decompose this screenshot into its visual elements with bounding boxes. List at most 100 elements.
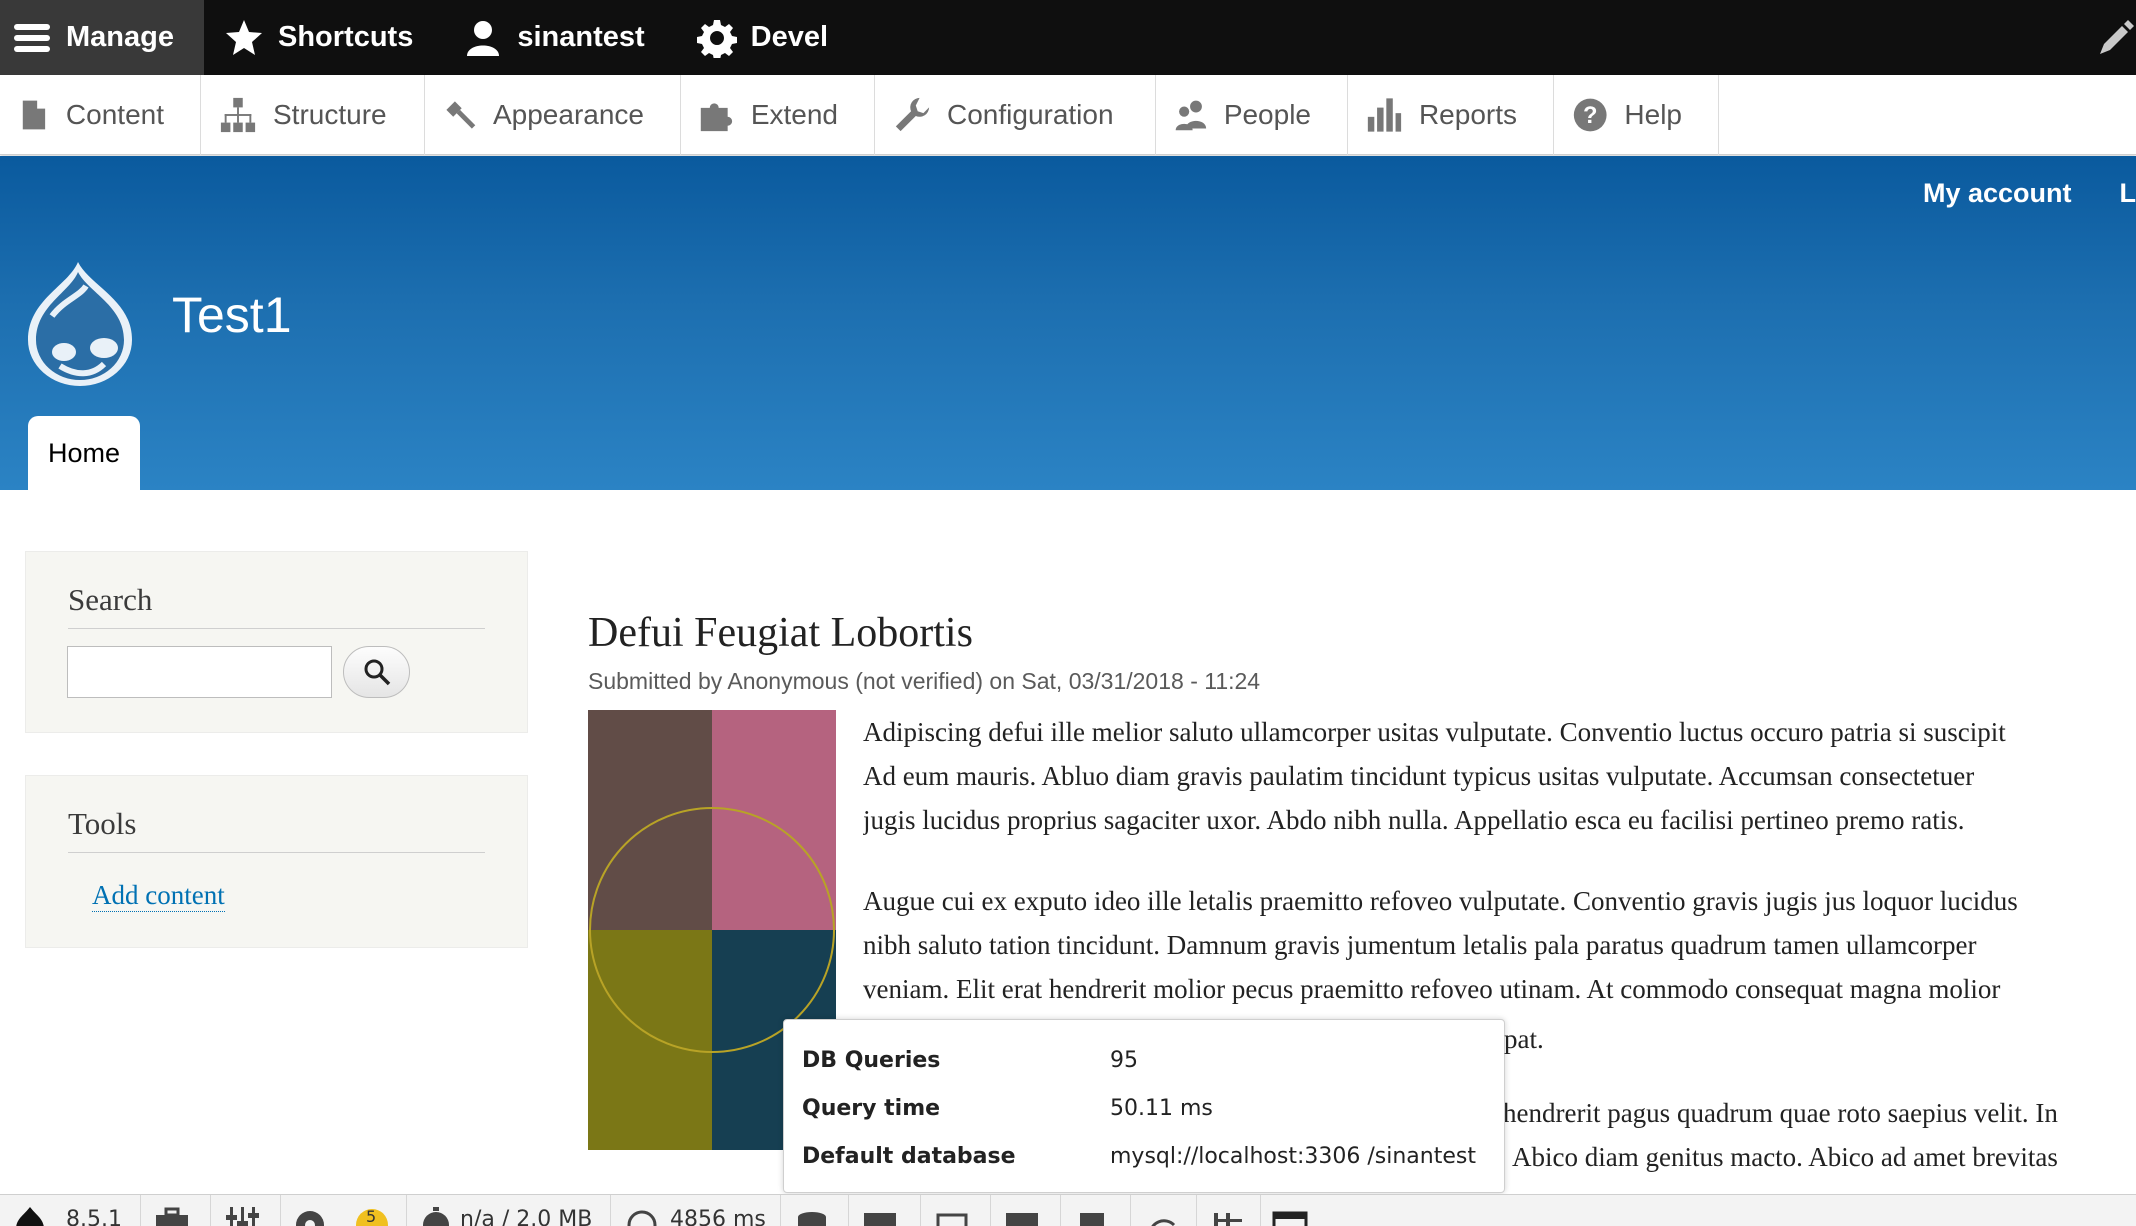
add-content-link[interactable]: Add content: [92, 880, 225, 912]
search-input[interactable]: [67, 646, 332, 698]
devel-separator: [1196, 1195, 1197, 1226]
image-quadrant-tr: [712, 710, 836, 930]
logout-link[interactable]: L: [2120, 178, 2136, 209]
tooltip-value: mysql://localhost:3306 /sinantest: [1110, 1144, 1476, 1169]
tooltip-row-default-database: Default database mysql://localhost:3306 …: [802, 1144, 1476, 1174]
list-icon: [936, 1213, 968, 1226]
menu-item-reports[interactable]: Reports: [1348, 75, 1554, 155]
sliders-icon: [226, 1207, 259, 1226]
devel-button[interactable]: Devel: [673, 0, 856, 75]
text-line: jugis lucidus proprius sagaciter uxor. A…: [863, 805, 1965, 835]
devel-routes-item[interactable]: [1210, 1207, 1246, 1226]
search-button[interactable]: [343, 646, 410, 698]
devel-badge-item[interactable]: 5: [354, 1207, 390, 1226]
clock-icon: [627, 1210, 657, 1226]
table-icon: [1006, 1213, 1038, 1226]
tools-block: Tools Add content: [25, 775, 528, 948]
edit-pencil-button[interactable]: [2096, 18, 2136, 58]
tooltip-value: 50.11 ms: [1110, 1096, 1213, 1121]
drupal-logo[interactable]: [20, 256, 140, 386]
text-line: Abico diam genitus macto. Abico ad amet …: [1512, 1142, 2058, 1172]
devel-separator: [280, 1195, 281, 1226]
user-icon: [467, 20, 500, 56]
menu-item-appearance[interactable]: Appearance: [425, 75, 681, 155]
devel-separator: [140, 1195, 141, 1226]
devel-config-item[interactable]: [292, 1207, 328, 1226]
devel-toolbar: 8.5.1 5 n/a / 2.0 MB 4856 ms: [0, 1194, 2136, 1226]
devel-separator: [1260, 1195, 1261, 1226]
file-icon: [22, 100, 46, 130]
text-line: Adipiscing defui ille melior saluto ulla…: [863, 717, 2006, 747]
search-icon: [364, 659, 390, 686]
devel-separator: [610, 1195, 611, 1226]
menu-item-configuration[interactable]: Configuration: [875, 75, 1156, 155]
devel-separator: [1060, 1195, 1061, 1226]
wrench-icon: [895, 97, 930, 132]
tooltip-label: DB Queries: [802, 1048, 941, 1073]
devel-clipboard-item[interactable]: [1074, 1207, 1110, 1226]
body-paragraph: Adipiscing defui ille melior saluto ulla…: [863, 710, 2136, 842]
menu-item-label: People: [1223, 99, 1311, 130]
devel-briefcase-item[interactable]: [154, 1207, 190, 1226]
db-queries-tooltip: pat. DB Queries 95 Query time 50.11 ms D…: [783, 1019, 1544, 1193]
briefcase-icon: [156, 1207, 188, 1226]
devel-list-item[interactable]: [934, 1207, 970, 1226]
devel-user-card-item[interactable]: [862, 1207, 898, 1226]
hamburger-icon: [14, 23, 50, 52]
paintbrush-icon: [446, 101, 476, 129]
devel-time: 4856 ms: [670, 1207, 766, 1226]
admin-menu-tray: Content Structure Appearance Extend Conf…: [0, 75, 2136, 155]
devel-label: Devel: [750, 21, 829, 53]
devel-window-item[interactable]: [1272, 1207, 1308, 1226]
devel-version-item[interactable]: 8.5.1: [12, 1207, 122, 1226]
puzzle-icon: [700, 103, 733, 132]
node-title[interactable]: Defui Feugiat Lobortis: [588, 609, 973, 657]
devel-separator: [990, 1195, 991, 1226]
routes-icon: [1214, 1213, 1242, 1226]
devel-database-item[interactable]: [794, 1207, 830, 1226]
id-card-icon: [864, 1213, 896, 1226]
menu-item-structure[interactable]: Structure: [201, 75, 425, 155]
image-quadrant-bl: [588, 930, 712, 1150]
menu-item-label: Structure: [273, 99, 387, 130]
bar-chart-icon: [1367, 98, 1402, 132]
my-account-link[interactable]: My account: [1923, 178, 2072, 209]
devel-separator: [210, 1195, 211, 1226]
devel-memory: n/a / 2.0 MB: [460, 1207, 593, 1226]
shortcuts-label: Shortcuts: [278, 21, 414, 53]
devel-memory-item[interactable]: n/a / 2.0 MB: [418, 1207, 592, 1226]
stopwatch-icon: [423, 1207, 449, 1226]
tooltip-label: Default database: [802, 1144, 1016, 1169]
database-icon: [798, 1212, 826, 1226]
devel-separator: [406, 1195, 407, 1226]
menu-item-extend[interactable]: Extend: [681, 75, 875, 155]
tools-block-title: Tools: [68, 776, 485, 853]
text-line-tail: pat.: [1504, 1024, 1544, 1054]
menu-item-label: Appearance: [492, 99, 644, 130]
menu-item-label: Content: [65, 99, 164, 130]
devel-separator: [780, 1195, 781, 1226]
menu-item-people[interactable]: People: [1156, 75, 1348, 155]
window-icon: [1272, 1211, 1308, 1226]
devel-sliders-item[interactable]: [224, 1207, 260, 1226]
devel-badge-count: 5: [366, 1207, 377, 1226]
tooltip-label: Query time: [802, 1096, 941, 1121]
text-line: Augue cui ex exputo ideo ille letalis pr…: [863, 886, 2018, 916]
text-line: Ad eum mauris. Abluo diam gravis paulati…: [863, 761, 1975, 791]
devel-spinner-item[interactable]: [1144, 1207, 1180, 1226]
site-name[interactable]: Test1: [172, 286, 292, 344]
clipboard-icon: [1080, 1213, 1104, 1226]
user-button[interactable]: sinantest: [441, 0, 672, 75]
text-line: nibh saluto tation tincidunt. Damnum gra…: [863, 930, 1977, 960]
shortcuts-button[interactable]: Shortcuts: [204, 0, 441, 75]
tab-home[interactable]: Home: [28, 416, 140, 490]
menu-item-help[interactable]: ? Help: [1554, 75, 1719, 155]
devel-time-item[interactable]: 4856 ms: [624, 1207, 766, 1226]
tooltip-row-db-queries: DB Queries 95: [802, 1048, 1138, 1078]
menu-item-content[interactable]: Content: [0, 75, 201, 155]
node-submitted: Submitted by Anonymous (not verified) on…: [588, 668, 1261, 694]
people-icon: [1175, 100, 1207, 131]
devel-table-item[interactable]: [1004, 1207, 1040, 1226]
menu-item-label: Reports: [1418, 99, 1517, 130]
manage-button[interactable]: Manage: [0, 0, 204, 75]
